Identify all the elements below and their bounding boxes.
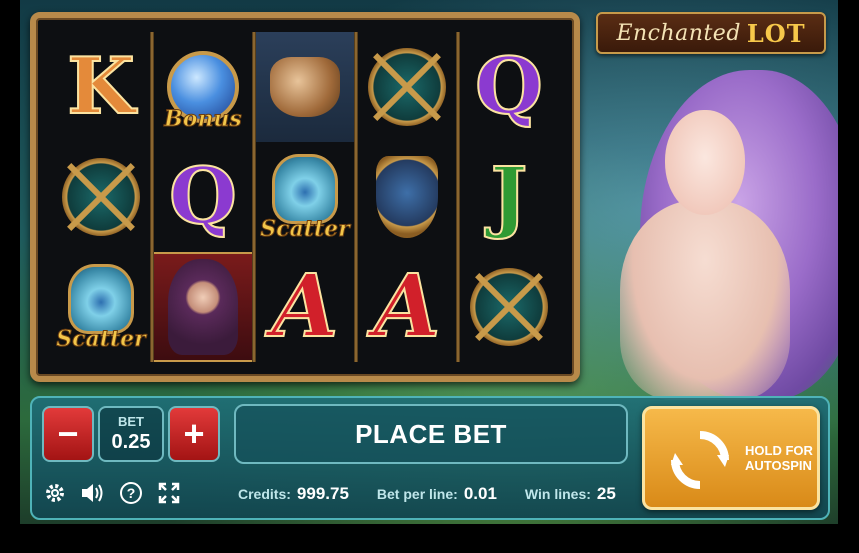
control-panel: − BET 0.25 + PLACE BET ? Credits: 999.75… [30,396,830,520]
fairy-character [665,110,745,215]
utility-icons: ? [42,480,182,506]
increase-bet-button[interactable]: + [168,406,220,462]
scatter-icon [68,264,134,334]
shield-icon [376,156,438,238]
logo-word-lot: LOT [746,18,806,48]
fullscreen-icon[interactable] [156,480,182,506]
witch-icon [168,259,238,355]
reel-symbol: J [458,142,560,252]
game-logo: Enchanted LOT [596,12,826,54]
reel-divider [456,32,460,362]
reel-divider [354,32,358,362]
bottom-strip [0,524,859,553]
spin-button[interactable]: HOLD FOR AUTOSPIN [642,406,820,510]
reel-frame: K Bonus Q Q Scatter J Scatter A A [30,12,580,382]
symbol-letter: Q [168,151,238,242]
reel-symbol [356,142,458,252]
scatter-icon [272,154,338,224]
credits-value: 999.75 [296,484,349,503]
bet-value: 0.25 [111,431,151,453]
symbol-letter: J [490,151,529,242]
speaker-icon[interactable] [80,480,106,506]
bet-display: BET 0.25 [98,406,164,462]
refresh-icon [671,431,729,489]
symbol-letter: K [66,41,136,132]
symbol-letter: Q [474,41,544,132]
svg-text:?: ? [127,485,136,501]
symbol-letter: A [373,256,442,357]
gear-icon[interactable] [42,480,68,506]
help-icon[interactable]: ? [118,480,144,506]
place-bet-button[interactable]: PLACE BET [234,404,628,464]
reel-symbol: Scatter [50,252,152,362]
symbol-label: Scatter [56,326,146,353]
reel-symbol: Bonus [152,32,254,142]
reel-grid: K Bonus Q Q Scatter J Scatter A A [50,32,560,362]
win-lines-value: 25 [596,484,616,503]
compass-icon [470,268,548,346]
pot-icon [270,57,340,117]
win-lines-label: Win lines: [524,486,591,502]
credits-label: Credits: [238,486,291,502]
bet-per-line-value: 0.01 [463,484,497,503]
reel-symbol: Scatter [254,142,356,252]
decrease-bet-button[interactable]: − [42,406,94,462]
reel-symbol [458,252,560,362]
logo-word-enchanted: Enchanted [616,20,741,46]
reel-symbol [152,252,254,362]
symbol-label: Scatter [260,216,350,243]
reel-symbol: K [50,32,152,142]
reel-symbol [254,32,356,142]
reel-divider [252,32,256,362]
bet-per-line-label: Bet per line: [376,486,458,502]
symbol-letter: A [271,256,340,357]
reel-symbol [356,32,458,142]
bet-label: BET [118,414,144,429]
reel-symbol: Q [152,142,254,252]
reel-symbol [50,142,152,252]
autospin-label: HOLD FOR AUTOSPIN [745,443,813,473]
compass-icon [368,48,446,126]
symbol-label: Bonus [164,106,243,133]
info-row: Credits: 999.75 Bet per line: 0.01 Win l… [238,484,638,504]
fairy-body [620,200,790,400]
reel-symbol: A [356,252,458,362]
reel-divider [150,32,154,362]
compass-icon [62,158,140,236]
reel-symbol: Q [458,32,560,142]
reel-symbol: A [254,252,356,362]
